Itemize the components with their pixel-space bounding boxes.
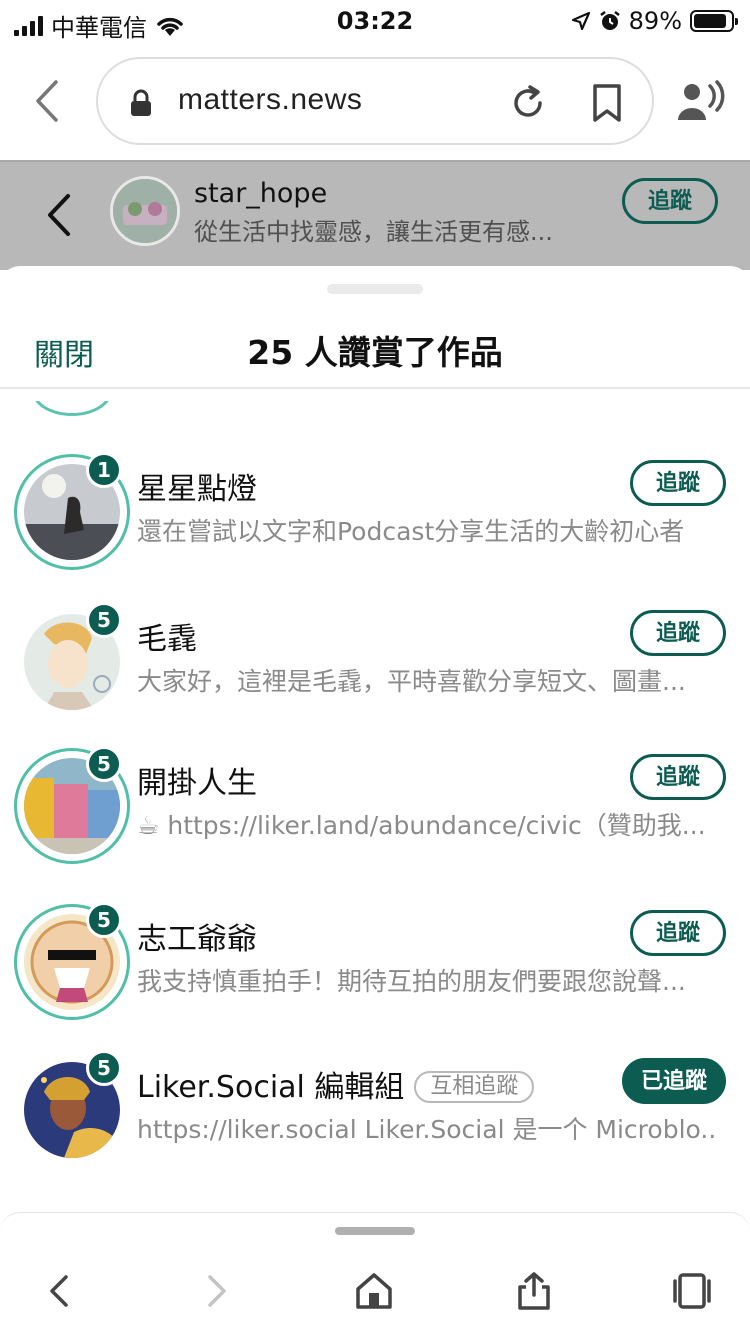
appreciation-count-badge: 5 — [86, 902, 122, 938]
chevron-left-icon[interactable] — [44, 192, 74, 238]
alarm-icon — [599, 11, 620, 30]
browser-bar: matters.news — [0, 44, 750, 160]
sheet-title: 25 人讚賞了作品 — [247, 333, 503, 372]
list-item[interactable]: 5 志工爺爺 我支持慎重拍手！期待互拍的朋友們要跟您說聲... 追蹤 — [0, 902, 750, 1034]
user-name[interactable]: 毛毳 — [137, 614, 197, 658]
article-header: star_hope 從生活中找靈感，讓生活更有感... 追蹤 — [0, 160, 750, 270]
following-button[interactable]: 已追蹤 — [622, 1058, 726, 1104]
sheet-grabber[interactable] — [327, 284, 423, 294]
toolbar-grabber[interactable] — [335, 1227, 415, 1235]
user-bio: ☕ https://liker.land/abundance/civic（贊助我… — [137, 811, 706, 840]
lock-icon — [131, 89, 151, 116]
appreciators-sheet: 關閉 25 人讚賞了作品 1 星星點燈 還在嘗試以文字和Podcast分享生活的… — [0, 266, 750, 1226]
follow-button[interactable]: 追蹤 — [630, 610, 726, 656]
share-icon[interactable] — [514, 1271, 554, 1311]
mutual-follow-tag: 互相追蹤 — [414, 1071, 535, 1103]
speaker-person-icon[interactable] — [676, 80, 728, 124]
author-avatar[interactable] — [110, 176, 180, 246]
author-follow-button[interactable]: 追蹤 — [622, 178, 718, 224]
appreciation-count-badge: 5 — [86, 602, 122, 638]
author-bio: 從生活中找靈感，讓生活更有感... — [194, 218, 553, 246]
list-item[interactable]: 5 Liker.Social 編輯組 互相追蹤 https://liker.soc… — [0, 1050, 750, 1182]
location-arrow-icon — [571, 11, 590, 31]
user-name-row[interactable]: Liker.Social 編輯組 互相追蹤 — [137, 1062, 535, 1106]
browser-toolbar — [0, 1212, 750, 1334]
sheet-divider — [0, 387, 750, 389]
home-icon[interactable] — [354, 1271, 394, 1311]
list-item[interactable]: 1 星星點燈 還在嘗試以文字和Podcast分享生活的大齡初心者 追蹤 — [0, 452, 750, 584]
user-bio: 還在嘗試以文字和Podcast分享生活的大齡初心者 — [137, 517, 685, 546]
status-bar: 中華電信 03:22 89% — [0, 0, 750, 44]
list-item[interactable]: 5 開掛人生 ☕ https://liker.land/abundance/ci… — [0, 746, 750, 878]
address-bar[interactable]: matters.news — [96, 57, 654, 145]
battery-icon — [690, 10, 738, 32]
browser-back-icon[interactable] — [32, 78, 62, 124]
follow-button[interactable]: 追蹤 — [630, 754, 726, 800]
appreciation-count-badge: 5 — [86, 746, 122, 782]
user-bio: https://liker.social Liker.Social 是一个 Mi… — [137, 1115, 717, 1144]
url-text: matters.news — [178, 83, 363, 116]
status-right: 89% — [571, 7, 738, 35]
appreciation-count-badge: 1 — [86, 452, 122, 488]
battery-percent: 89% — [628, 7, 682, 35]
bookmark-icon[interactable] — [590, 83, 624, 123]
appreciation-count-badge: 5 — [86, 1050, 122, 1086]
user-name[interactable]: 開掛人生 — [137, 758, 257, 802]
follow-button[interactable]: 追蹤 — [630, 460, 726, 506]
author-name[interactable]: star_hope — [194, 178, 327, 209]
reload-icon[interactable] — [508, 83, 548, 123]
follow-button[interactable]: 追蹤 — [630, 910, 726, 956]
user-bio: 大家好，這裡是毛毳，平時喜歡分享短文、圖畫... — [137, 667, 686, 696]
forward-icon[interactable] — [196, 1271, 236, 1311]
user-name[interactable]: 星星點燈 — [137, 464, 257, 508]
battery-level — [694, 14, 727, 28]
back-icon[interactable] — [40, 1271, 80, 1311]
user-name[interactable]: 志工爺爺 — [137, 914, 257, 958]
user-name[interactable]: Liker.Social 編輯組 — [137, 1070, 404, 1105]
user-bio: 我支持慎重拍手！期待互拍的朋友們要跟您說聲... — [137, 967, 686, 996]
list-item[interactable]: 5 毛毳 大家好，這裡是毛毳，平時喜歡分享短文、圖畫... 追蹤 — [0, 602, 750, 734]
tabs-icon[interactable] — [672, 1271, 712, 1311]
